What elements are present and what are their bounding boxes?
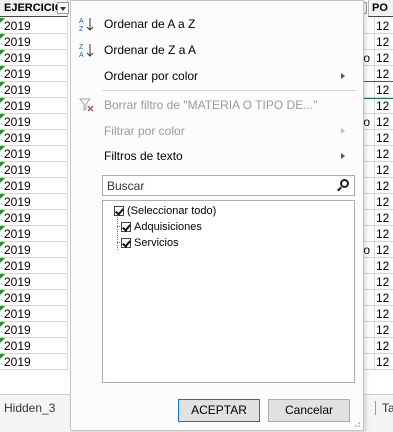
menu-item-clear-filter: Borrar filtro de "MATERIA O TIPO DE..." bbox=[71, 93, 363, 117]
table-cell[interactable]: 12 bbox=[375, 66, 389, 81]
menu-item-sort-az-label: Ordenar de A a Z bbox=[104, 17, 196, 31]
table-cell[interactable]: 12 bbox=[375, 178, 389, 193]
autofilter-menu: AZ Ordenar de A a Z ZA Ordenar de Z a A … bbox=[70, 0, 364, 431]
table-cell[interactable]: 12 bbox=[375, 146, 389, 161]
table-cell[interactable]: 12 bbox=[375, 338, 389, 353]
table-cell[interactable]: 2019 bbox=[0, 114, 68, 130]
table-cell[interactable]: 12 bbox=[375, 194, 389, 209]
svg-text:Z: Z bbox=[79, 44, 84, 51]
table-cell[interactable]: 2019 bbox=[0, 66, 68, 82]
table-cell[interactable]: 12 bbox=[375, 210, 389, 225]
sheet-tab-ta[interactable]: Ta bbox=[375, 401, 393, 415]
checkbox-checked-icon[interactable] bbox=[114, 206, 124, 216]
table-cell[interactable]: 12 bbox=[375, 354, 389, 369]
table-cell[interactable]: 2019 bbox=[0, 34, 68, 50]
table-cell[interactable]: 2019 bbox=[0, 194, 68, 210]
menu-item-text-filters[interactable]: Filtros de texto bbox=[71, 144, 363, 168]
table-cell[interactable]: 12 bbox=[375, 306, 389, 321]
table-cell[interactable]: 2019 bbox=[0, 354, 68, 370]
table-cell[interactable]: 2019 bbox=[0, 210, 68, 226]
table-cell[interactable]: 2019 bbox=[0, 178, 68, 194]
table-cell[interactable]: 12 bbox=[375, 114, 389, 129]
menu-item-sort-za-label: Ordenar de Z a A bbox=[104, 43, 197, 57]
sort-za-icon: ZA bbox=[79, 42, 95, 59]
filter-dropdown-icon[interactable] bbox=[57, 2, 69, 14]
table-cell[interactable]: 12 bbox=[375, 130, 389, 145]
submenu-arrow-icon bbox=[341, 128, 345, 134]
list-item-servicios[interactable]: Servicios bbox=[121, 235, 179, 251]
table-cell[interactable]: 12 bbox=[375, 274, 389, 289]
filter-values-list: (Seleccionar todo) Adquisiciones Servici… bbox=[102, 200, 355, 383]
list-item-label: Servicios bbox=[134, 237, 179, 249]
table-cell[interactable]: 12 bbox=[375, 34, 389, 49]
table-cell[interactable]: 2019 bbox=[0, 50, 68, 66]
search-placeholder: Buscar bbox=[107, 179, 145, 193]
submenu-arrow-icon bbox=[341, 73, 345, 79]
menu-item-text-filters-label: Filtros de texto bbox=[104, 149, 183, 163]
svg-text:A: A bbox=[79, 18, 84, 25]
sheet-tab-hidden3[interactable]: Hidden_3 bbox=[4, 401, 55, 415]
checkbox-checked-icon[interactable] bbox=[121, 222, 131, 232]
menu-item-sort-color[interactable]: Ordenar por color bbox=[71, 64, 363, 88]
cancel-button[interactable]: Cancelar bbox=[268, 399, 350, 422]
table-cell[interactable]: 2019 bbox=[0, 162, 68, 178]
clear-filter-icon bbox=[78, 97, 95, 113]
list-item-label: (Seleccionar todo) bbox=[127, 205, 217, 217]
table-cell[interactable]: 12 bbox=[375, 162, 389, 177]
ok-button[interactable]: ACEPTAR bbox=[178, 399, 260, 422]
column-ejercicio: 2019 2019 2019 2019 2019 2019 2019 2019 2019 2019… bbox=[0, 18, 68, 370]
table-cell[interactable]: 12 bbox=[375, 82, 389, 97]
menu-item-sort-az[interactable]: AZ Ordenar de A a Z bbox=[71, 12, 363, 36]
tree-line bbox=[117, 217, 118, 250]
table-cell[interactable]: 2019 bbox=[0, 258, 68, 274]
table-cell[interactable]: 12 bbox=[375, 290, 389, 305]
menu-item-sort-color-label: Ordenar por color bbox=[104, 69, 199, 83]
menu-item-clear-filter-label: Borrar filtro de "MATERIA O TIPO DE..." bbox=[104, 98, 318, 112]
menu-item-filter-color: Filtrar por color bbox=[71, 119, 363, 143]
menu-item-filter-color-label: Filtrar por color bbox=[104, 124, 185, 138]
search-icon bbox=[340, 179, 349, 188]
table-cell[interactable]: 2019 bbox=[0, 18, 68, 34]
table-cell[interactable]: 12 bbox=[375, 18, 389, 33]
table-cell[interactable]: 2019 bbox=[0, 322, 68, 338]
list-item-label: Adquisiciones bbox=[134, 221, 202, 233]
menu-item-sort-za[interactable]: ZA Ordenar de Z a A bbox=[71, 38, 363, 62]
resize-grip-icon[interactable] bbox=[353, 420, 361, 428]
table-cell[interactable]: 2019 bbox=[0, 146, 68, 162]
column-header-po[interactable]: PO bbox=[368, 0, 393, 17]
table-cell[interactable]: 2019 bbox=[0, 242, 68, 258]
table-cell[interactable]: 12 bbox=[375, 226, 389, 241]
table-cell[interactable]: 2019 bbox=[0, 130, 68, 146]
table-cell[interactable]: 2019 bbox=[0, 82, 68, 98]
svg-text:A: A bbox=[79, 52, 84, 58]
table-cell[interactable]: 12 bbox=[375, 50, 389, 65]
table-cell[interactable]: 2019 bbox=[0, 274, 68, 290]
menu-separator bbox=[102, 90, 357, 91]
table-cell[interactable]: 12 bbox=[375, 258, 389, 273]
svg-text:Z: Z bbox=[79, 26, 84, 32]
list-item-adquisiciones[interactable]: Adquisiciones bbox=[121, 219, 202, 235]
table-cell[interactable]: 12 bbox=[375, 242, 389, 257]
table-cell[interactable]: 2019 bbox=[0, 98, 68, 114]
list-item-select-all[interactable]: (Seleccionar todo) bbox=[114, 203, 216, 219]
table-cell[interactable]: 2019 bbox=[0, 338, 68, 354]
table-cell[interactable]: 2019 bbox=[0, 306, 68, 322]
submenu-arrow-icon bbox=[341, 153, 345, 159]
sort-az-icon: AZ bbox=[79, 16, 95, 33]
table-cell[interactable]: 12 bbox=[375, 98, 389, 113]
table-cell[interactable]: 12 bbox=[375, 322, 389, 337]
table-cell[interactable]: 2019 bbox=[0, 226, 68, 242]
checkbox-checked-icon[interactable] bbox=[121, 238, 131, 248]
search-input[interactable]: Buscar bbox=[102, 175, 355, 196]
table-cell[interactable]: 2019 bbox=[0, 290, 68, 306]
